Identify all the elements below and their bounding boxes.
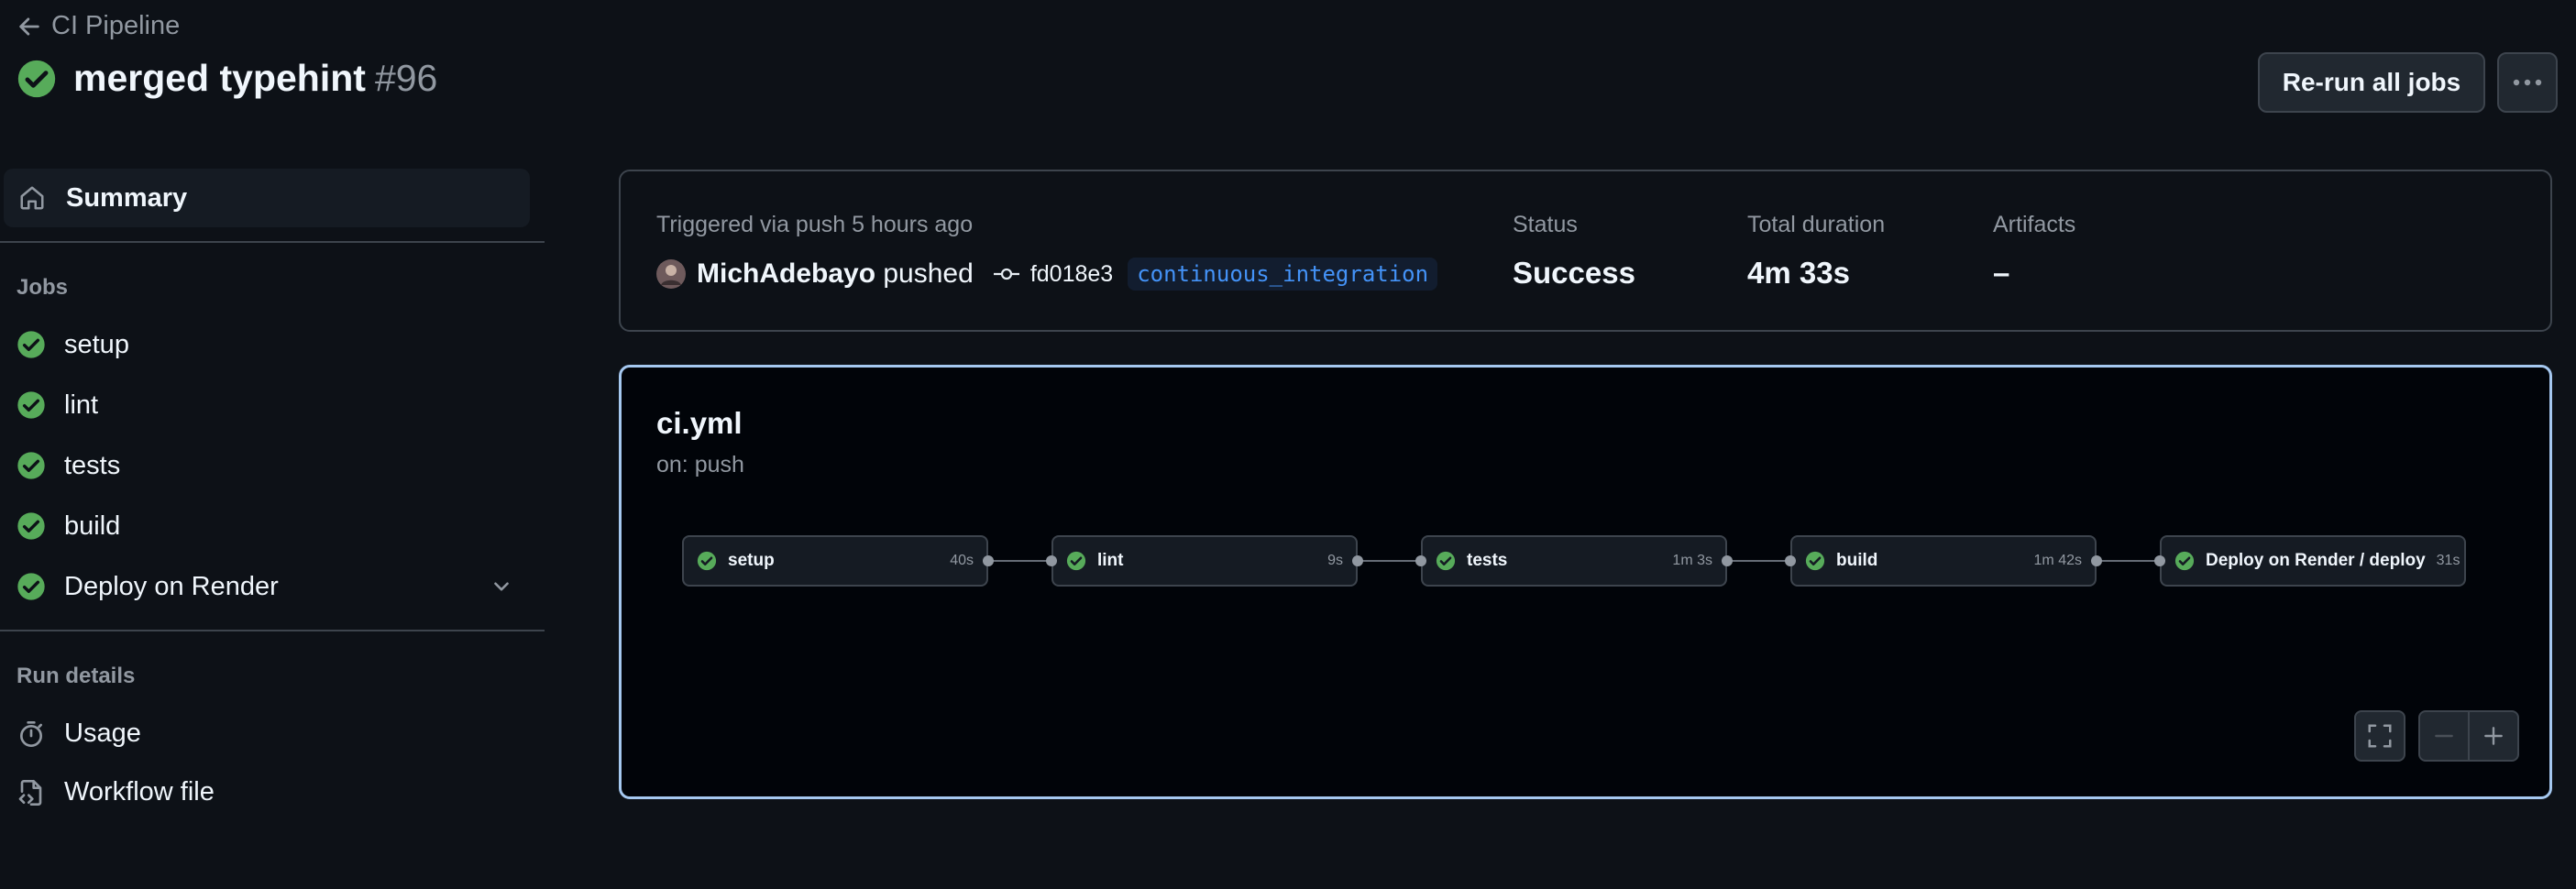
action-text: pushed [883, 258, 974, 289]
chevron-down-icon[interactable] [490, 575, 513, 598]
sidebar-job-tests[interactable]: tests [17, 440, 530, 491]
arrow-left-icon [17, 14, 42, 39]
graph-port [1722, 555, 1733, 566]
home-icon [18, 184, 46, 212]
artifacts-value: – [1993, 256, 2010, 290]
node-label: lint [1097, 551, 1124, 570]
check-circle-icon [1436, 551, 1456, 571]
node-duration: 1m 42s [2033, 553, 2082, 568]
page-title: merged typehint #96 [17, 57, 437, 100]
screen-full-icon [2366, 722, 2394, 750]
status-label: Status [1513, 212, 1578, 237]
workflow-trigger: on: push [656, 452, 744, 477]
sidebar-job-lint[interactable]: lint [17, 379, 530, 431]
actor-link[interactable]: MichAdebayo [697, 258, 875, 289]
job-label: build [64, 510, 121, 541]
graph-node-setup[interactable]: setup 40s [682, 535, 988, 587]
stopwatch-icon [17, 719, 46, 749]
back-link[interactable]: CI Pipeline [17, 11, 180, 41]
graph-port [2154, 555, 2165, 566]
duration-label: Total duration [1747, 212, 1886, 237]
check-circle-icon [2174, 551, 2195, 571]
back-link-label: CI Pipeline [51, 11, 181, 40]
avatar[interactable] [656, 259, 686, 289]
check-circle-icon [17, 330, 46, 359]
run-detail-label: Workflow file [64, 777, 215, 807]
graph-node-tests[interactable]: tests 1m 3s [1421, 535, 1727, 587]
workflow-file-name: ci.yml [656, 406, 743, 440]
graph-connector [1358, 560, 1423, 562]
rerun-all-jobs-button[interactable]: Re-run all jobs [2258, 52, 2485, 113]
fullscreen-button[interactable] [2354, 710, 2405, 762]
check-circle-icon [17, 390, 46, 420]
graph-port [983, 555, 994, 566]
job-label: tests [64, 450, 121, 480]
graph-connector [988, 560, 1053, 562]
check-circle-icon [17, 511, 46, 541]
graph-node-deploy[interactable]: Deploy on Render / deploy 31s [2160, 535, 2466, 587]
artifacts-label: Artifacts [1993, 212, 2076, 237]
job-label: setup [64, 329, 129, 359]
check-circle-icon [17, 451, 46, 480]
graph-port [1785, 555, 1796, 566]
check-circle-icon [1066, 551, 1086, 571]
check-circle-icon [17, 572, 46, 601]
sidebar-job-setup[interactable]: setup [17, 319, 530, 370]
node-label: setup [728, 551, 775, 570]
file-code-icon [17, 778, 46, 807]
sidebar-item-usage[interactable]: Usage [17, 719, 141, 749]
status-value: Success [1513, 256, 1635, 290]
run-detail-label: Usage [64, 719, 141, 748]
sidebar-job-deploy-on-render[interactable]: Deploy on Render [17, 561, 530, 612]
plus-icon [2482, 724, 2505, 748]
graph-node-lint[interactable]: lint 9s [1051, 535, 1358, 587]
sidebar-divider [0, 630, 545, 631]
job-label: lint [64, 390, 99, 420]
sidebar-divider [0, 241, 545, 243]
graph-port [2091, 555, 2102, 566]
zoom-out-button[interactable] [2418, 710, 2470, 762]
run-details-heading: Run details [17, 664, 136, 688]
graph-port [1046, 555, 1057, 566]
node-duration: 1m 3s [1672, 553, 1712, 568]
trigger-text: Triggered via push 5 hours ago [656, 212, 974, 237]
node-duration: 9s [1327, 553, 1343, 568]
check-circle-icon [1805, 551, 1825, 571]
run-summary-card: Triggered via push 5 hours ago MichAdeba… [619, 170, 2552, 332]
graph-port [1352, 555, 1363, 566]
more-options-button[interactable] [2497, 52, 2558, 113]
sidebar-item-label: Summary [66, 182, 188, 213]
node-duration: 40s [950, 553, 974, 568]
duration-value: 4m 33s [1747, 256, 1850, 290]
sidebar-item-summary[interactable]: Summary [4, 169, 530, 227]
check-circle-icon [17, 59, 57, 99]
graph-port [1415, 555, 1426, 566]
node-duration: 31s [2436, 553, 2460, 568]
jobs-heading: Jobs [17, 275, 69, 300]
kebab-horizontal-icon [2512, 78, 2543, 87]
graph-connector [1727, 560, 1792, 562]
check-circle-icon [697, 551, 717, 571]
job-label: Deploy on Render [64, 571, 279, 601]
sidebar-item-workflow-file[interactable]: Workflow file [17, 777, 215, 807]
git-commit-icon [993, 265, 1019, 283]
node-label: tests [1467, 551, 1508, 570]
workflow-graph: ci.yml on: push setup 40s lint 9s tests … [619, 365, 2552, 799]
run-number: #96 [374, 57, 438, 99]
node-label: build [1836, 551, 1878, 570]
graph-connector [2097, 560, 2162, 562]
graph-node-build[interactable]: build 1m 42s [1790, 535, 2097, 587]
run-title: merged typehint [73, 57, 366, 99]
push-info: MichAdebayo pushed fd018e3 continuous_in… [656, 258, 1438, 291]
commit-link[interactable]: fd018e3 [1030, 261, 1113, 288]
minus-icon [2432, 724, 2456, 748]
sidebar-job-build[interactable]: build [17, 500, 530, 552]
branch-label[interactable]: continuous_integration [1128, 258, 1438, 291]
zoom-in-button[interactable] [2468, 710, 2519, 762]
node-label: Deploy on Render / deploy [2206, 551, 2426, 570]
